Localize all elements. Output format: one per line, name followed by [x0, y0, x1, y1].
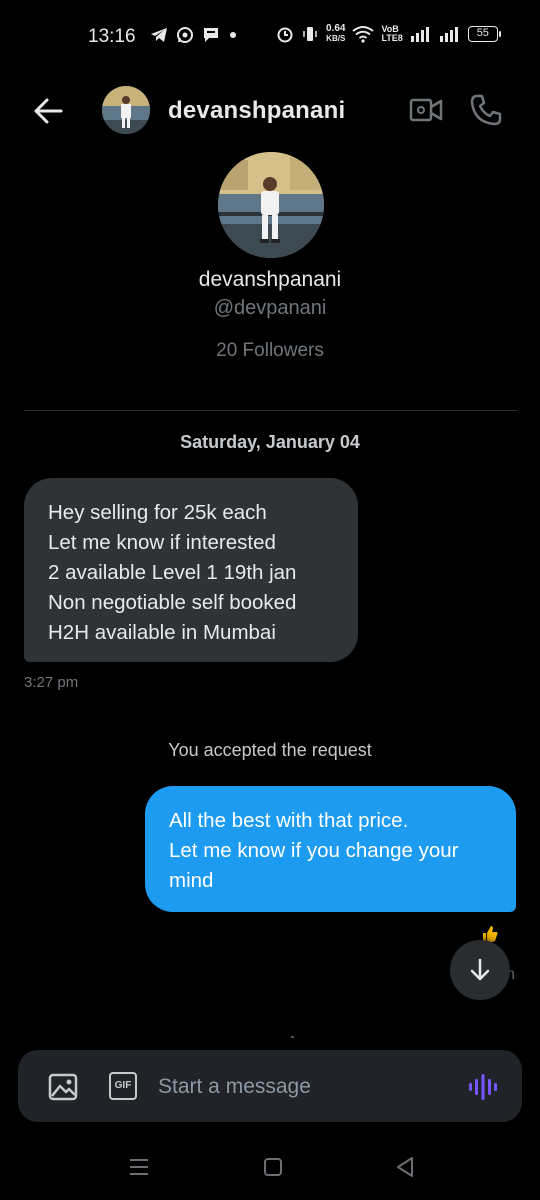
notification-icons	[150, 26, 238, 44]
chat-icon	[204, 28, 218, 42]
phone-call-icon[interactable]	[468, 92, 504, 128]
profile-photo-icon	[218, 152, 324, 258]
battery-icon: 55	[467, 26, 501, 42]
message-composer: GIF	[18, 1050, 522, 1122]
status-bar: 13:16 0.64 KB/S VoB LTE8 55	[0, 0, 540, 72]
scroll-to-bottom-button[interactable]	[450, 940, 510, 1000]
message-input[interactable]	[158, 1072, 458, 1102]
system-navigation-bar	[0, 1140, 540, 1200]
whatsapp-icon	[177, 27, 193, 43]
recent-apps-icon[interactable]	[128, 1157, 150, 1177]
profile-name: devanshpanani	[198, 268, 342, 291]
status-time: 13:16	[88, 26, 136, 47]
outgoing-message-bubble[interactable]: All the best with that price. Let me kno…	[145, 786, 516, 912]
message-line: Hey selling for 25k each	[48, 501, 267, 524]
network-type-label: VoB LTE8	[381, 25, 402, 43]
home-button-icon[interactable]	[264, 1158, 282, 1176]
network-label-bottom: LTE8	[381, 33, 403, 43]
system-icons: 0.64 KB/S VoB LTE8 55	[276, 24, 501, 44]
message-line: Let me know if you change your	[169, 839, 459, 862]
divider-mark	[291, 1036, 294, 1038]
net-speed: 0.64 KB/S	[326, 24, 345, 44]
alarm-icon	[277, 27, 293, 43]
incoming-message-bubble[interactable]: Hey selling for 25k each Let me know if …	[24, 478, 358, 662]
date-separator: Saturday, January 04	[180, 432, 360, 452]
message-line: H2H available in Mumbai	[48, 621, 276, 644]
profile-avatar[interactable]	[218, 152, 324, 258]
gif-button[interactable]: GIF	[109, 1072, 137, 1100]
dot-icon	[230, 32, 236, 38]
message-line: All the best with that price.	[169, 809, 409, 832]
video-call-icon[interactable]	[408, 94, 444, 126]
vibrate-icon	[303, 27, 317, 41]
system-message: You accepted the request	[168, 740, 372, 760]
incoming-message-time: 3:27 pm	[24, 674, 79, 691]
header-avatar[interactable]	[102, 86, 150, 134]
profile-divider	[24, 410, 517, 411]
message-line: Non negotiable self booked	[48, 591, 297, 614]
net-speed-value: 0.64	[326, 23, 346, 34]
profile-followers[interactable]: 20 Followers	[0, 340, 540, 362]
image-icon[interactable]	[48, 1072, 78, 1102]
header-username[interactable]: devanshpanani	[168, 97, 345, 125]
message-line: 2 available Level 1 19th jan	[48, 561, 297, 584]
net-speed-unit: KB/S	[326, 34, 346, 43]
arrow-down-icon	[470, 958, 490, 981]
telegram-icon	[151, 28, 167, 42]
profile-handle: @devpanani	[213, 297, 327, 319]
wifi-icon	[352, 26, 375, 43]
message-line: mind	[169, 869, 214, 892]
signal-icon-2	[439, 27, 458, 42]
message-line: Let me know if interested	[48, 531, 276, 554]
chat-header: devanshpanani	[0, 80, 540, 142]
back-arrow-icon[interactable]	[30, 93, 66, 129]
signal-icon	[410, 27, 429, 42]
nav-back-icon[interactable]	[394, 1155, 418, 1179]
voice-message-icon[interactable]	[466, 1070, 500, 1104]
avatar-photo-icon	[102, 86, 150, 134]
